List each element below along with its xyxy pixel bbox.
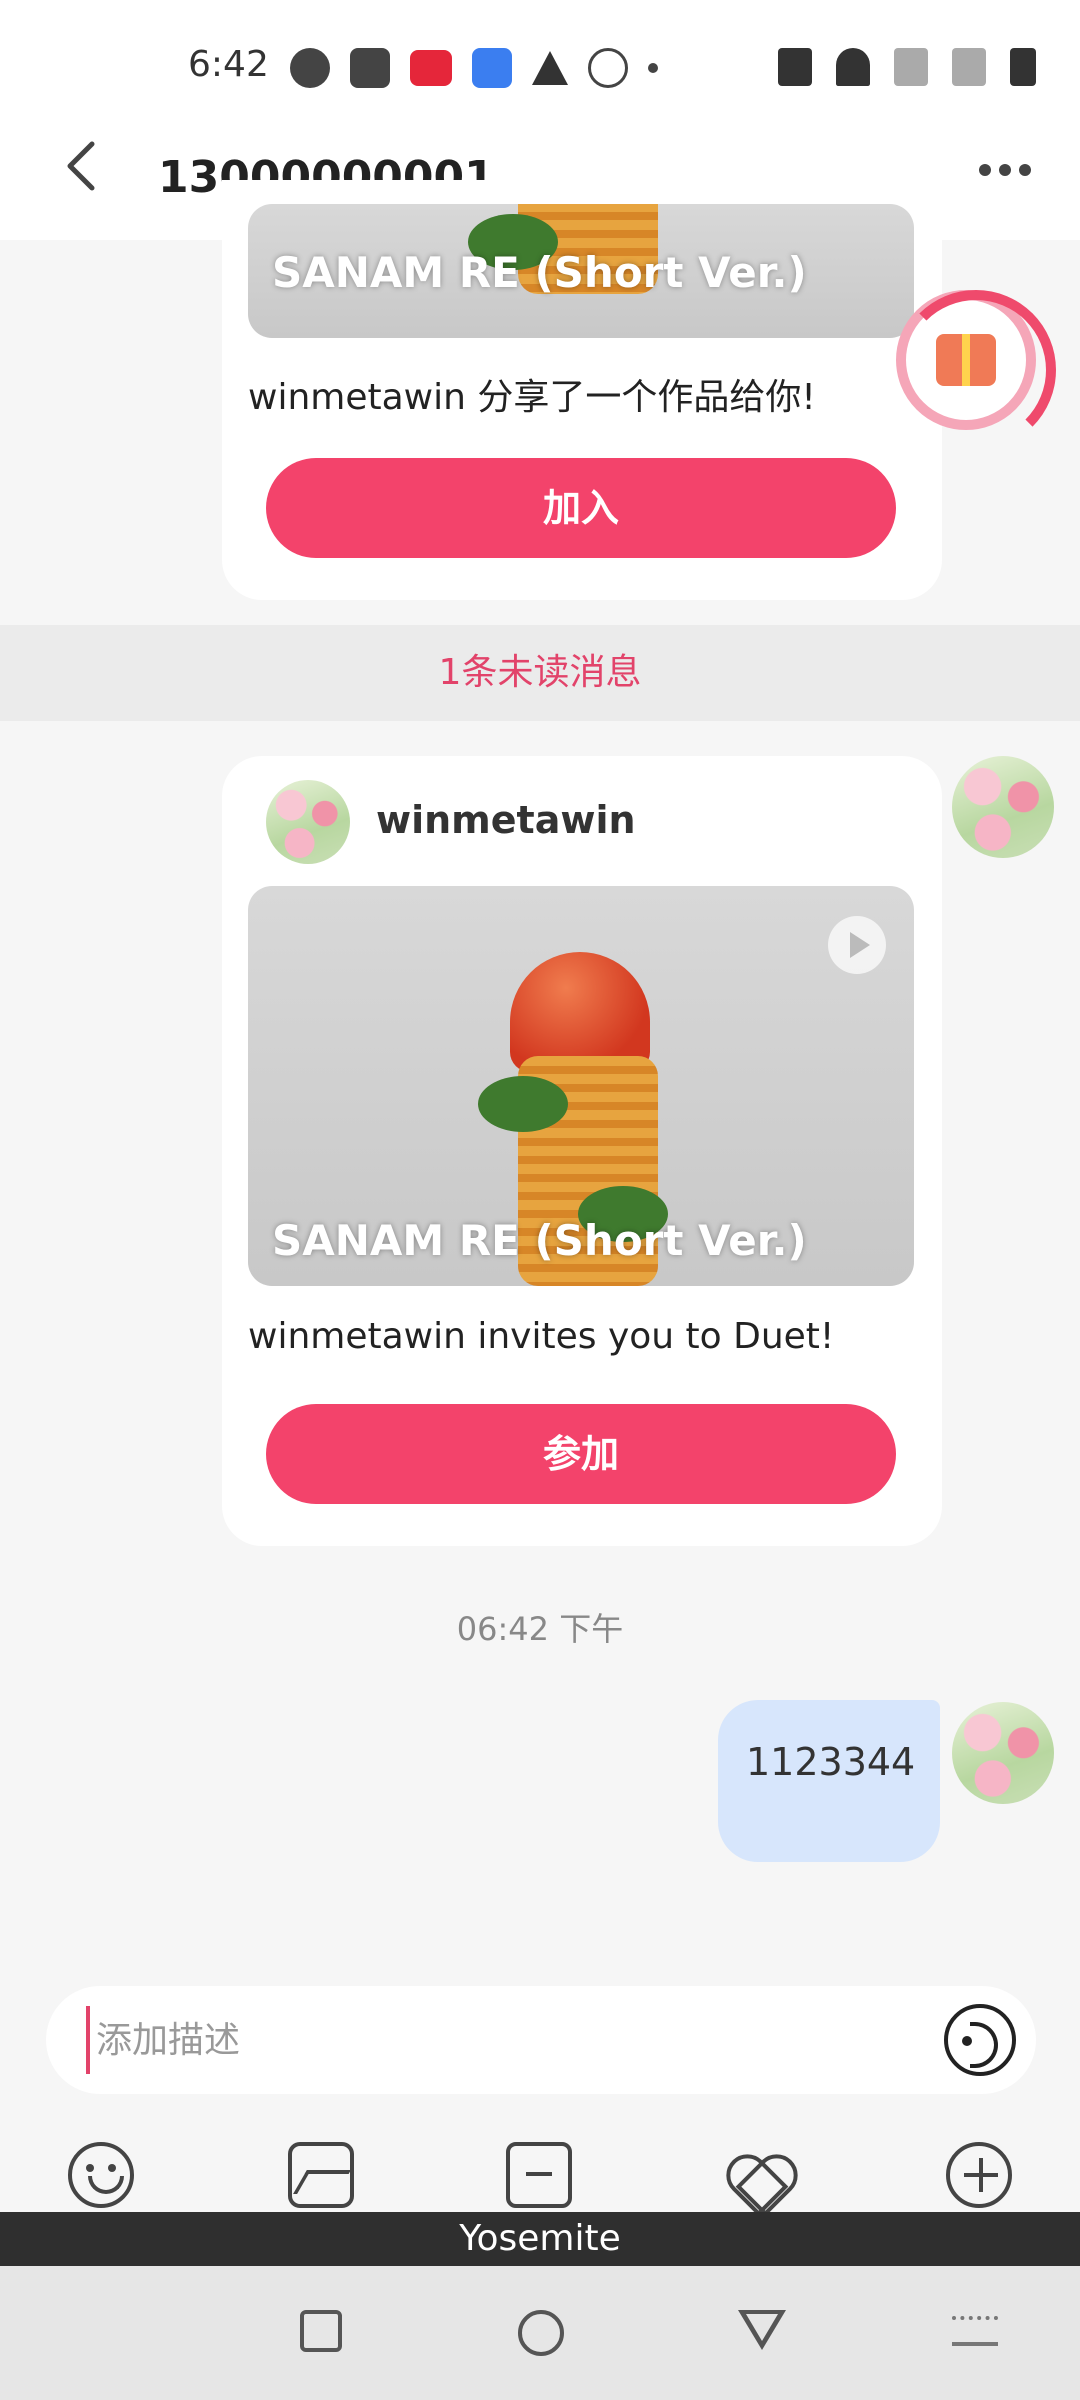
gift-box-icon[interactable] [506,2142,572,2208]
wifi-icon [836,48,870,86]
video-title: SANAM RE (Short Ver.) [272,1216,807,1265]
message-timestamp: 06:42 下午 [456,1610,624,1648]
tomato-image [510,952,650,1072]
video-thumbnail[interactable]: SANAM RE (Short Ver.) [248,886,914,1286]
voice-input-icon[interactable] [944,2004,1016,2076]
unread-count-label: 1条未读消息 [438,652,642,693]
vibrate-icon [778,48,812,86]
signal-off-2-icon [952,48,986,86]
more-options-icon[interactable] [970,150,1040,190]
play-icon[interactable] [828,916,886,974]
warning-icon [532,51,568,85]
status-system-icons [778,48,1036,86]
home-icon[interactable] [518,2310,564,2356]
message-text: 1123344 [746,1740,916,1784]
back-arrow-icon[interactable] [54,136,114,196]
unread-divider: 1条未读消息 [0,625,1080,721]
keyboard-icon[interactable] [952,2316,998,2346]
heart-icon[interactable] [726,2142,792,2208]
system-nav-bar [0,2266,1080,2400]
status-notification-icons [290,48,658,88]
participate-button[interactable]: 参加 [266,1404,896,1504]
join-button[interactable]: 加入 [266,458,896,558]
more-notifications-dot-icon [648,63,658,73]
status-time: 6:42 [188,44,269,85]
back-triangle-icon[interactable] [738,2310,786,2350]
emoji-icon[interactable] [68,2142,134,2208]
basil-leaf-image [478,1076,568,1132]
share-description: winmetawin 分享了一个作品给你! [248,377,816,418]
battery-icon [1010,48,1036,86]
message-bubble[interactable]: 1123344 [718,1700,940,1862]
creator-name[interactable]: winmetawin [376,798,636,842]
duet-invite-card: winmetawin SANAM RE (Short Ver.) winmeta… [222,756,942,1546]
star-app-icon [350,48,390,88]
creator-avatar[interactable] [266,780,350,864]
add-icon[interactable] [946,2142,1012,2208]
my-avatar[interactable] [952,1702,1054,1804]
alarm-icon [588,48,628,88]
message-composer [46,1986,1036,2094]
shared-work-card: SANAM RE (Short Ver.) winmetawin 分享了一个作品… [222,180,942,600]
signal-off-icon [894,48,928,86]
recents-icon[interactable] [300,2310,342,2352]
app-notification-icon [290,48,330,88]
video-thumbnail[interactable]: SANAM RE (Short Ver.) [248,204,914,338]
video-app-icon [472,48,512,88]
composer-toolbar [0,2130,1080,2220]
sender-avatar[interactable] [952,756,1054,858]
message-input[interactable] [86,2006,906,2074]
keyboard-label: Yosemite [0,2212,1080,2266]
gift-icon[interactable] [896,290,1056,450]
invite-description: winmetawin invites you to Duet! [248,1316,835,1357]
video-title: SANAM RE (Short Ver.) [272,248,807,297]
xiaohongshu-app-icon [410,50,452,86]
image-icon[interactable] [288,2142,354,2208]
